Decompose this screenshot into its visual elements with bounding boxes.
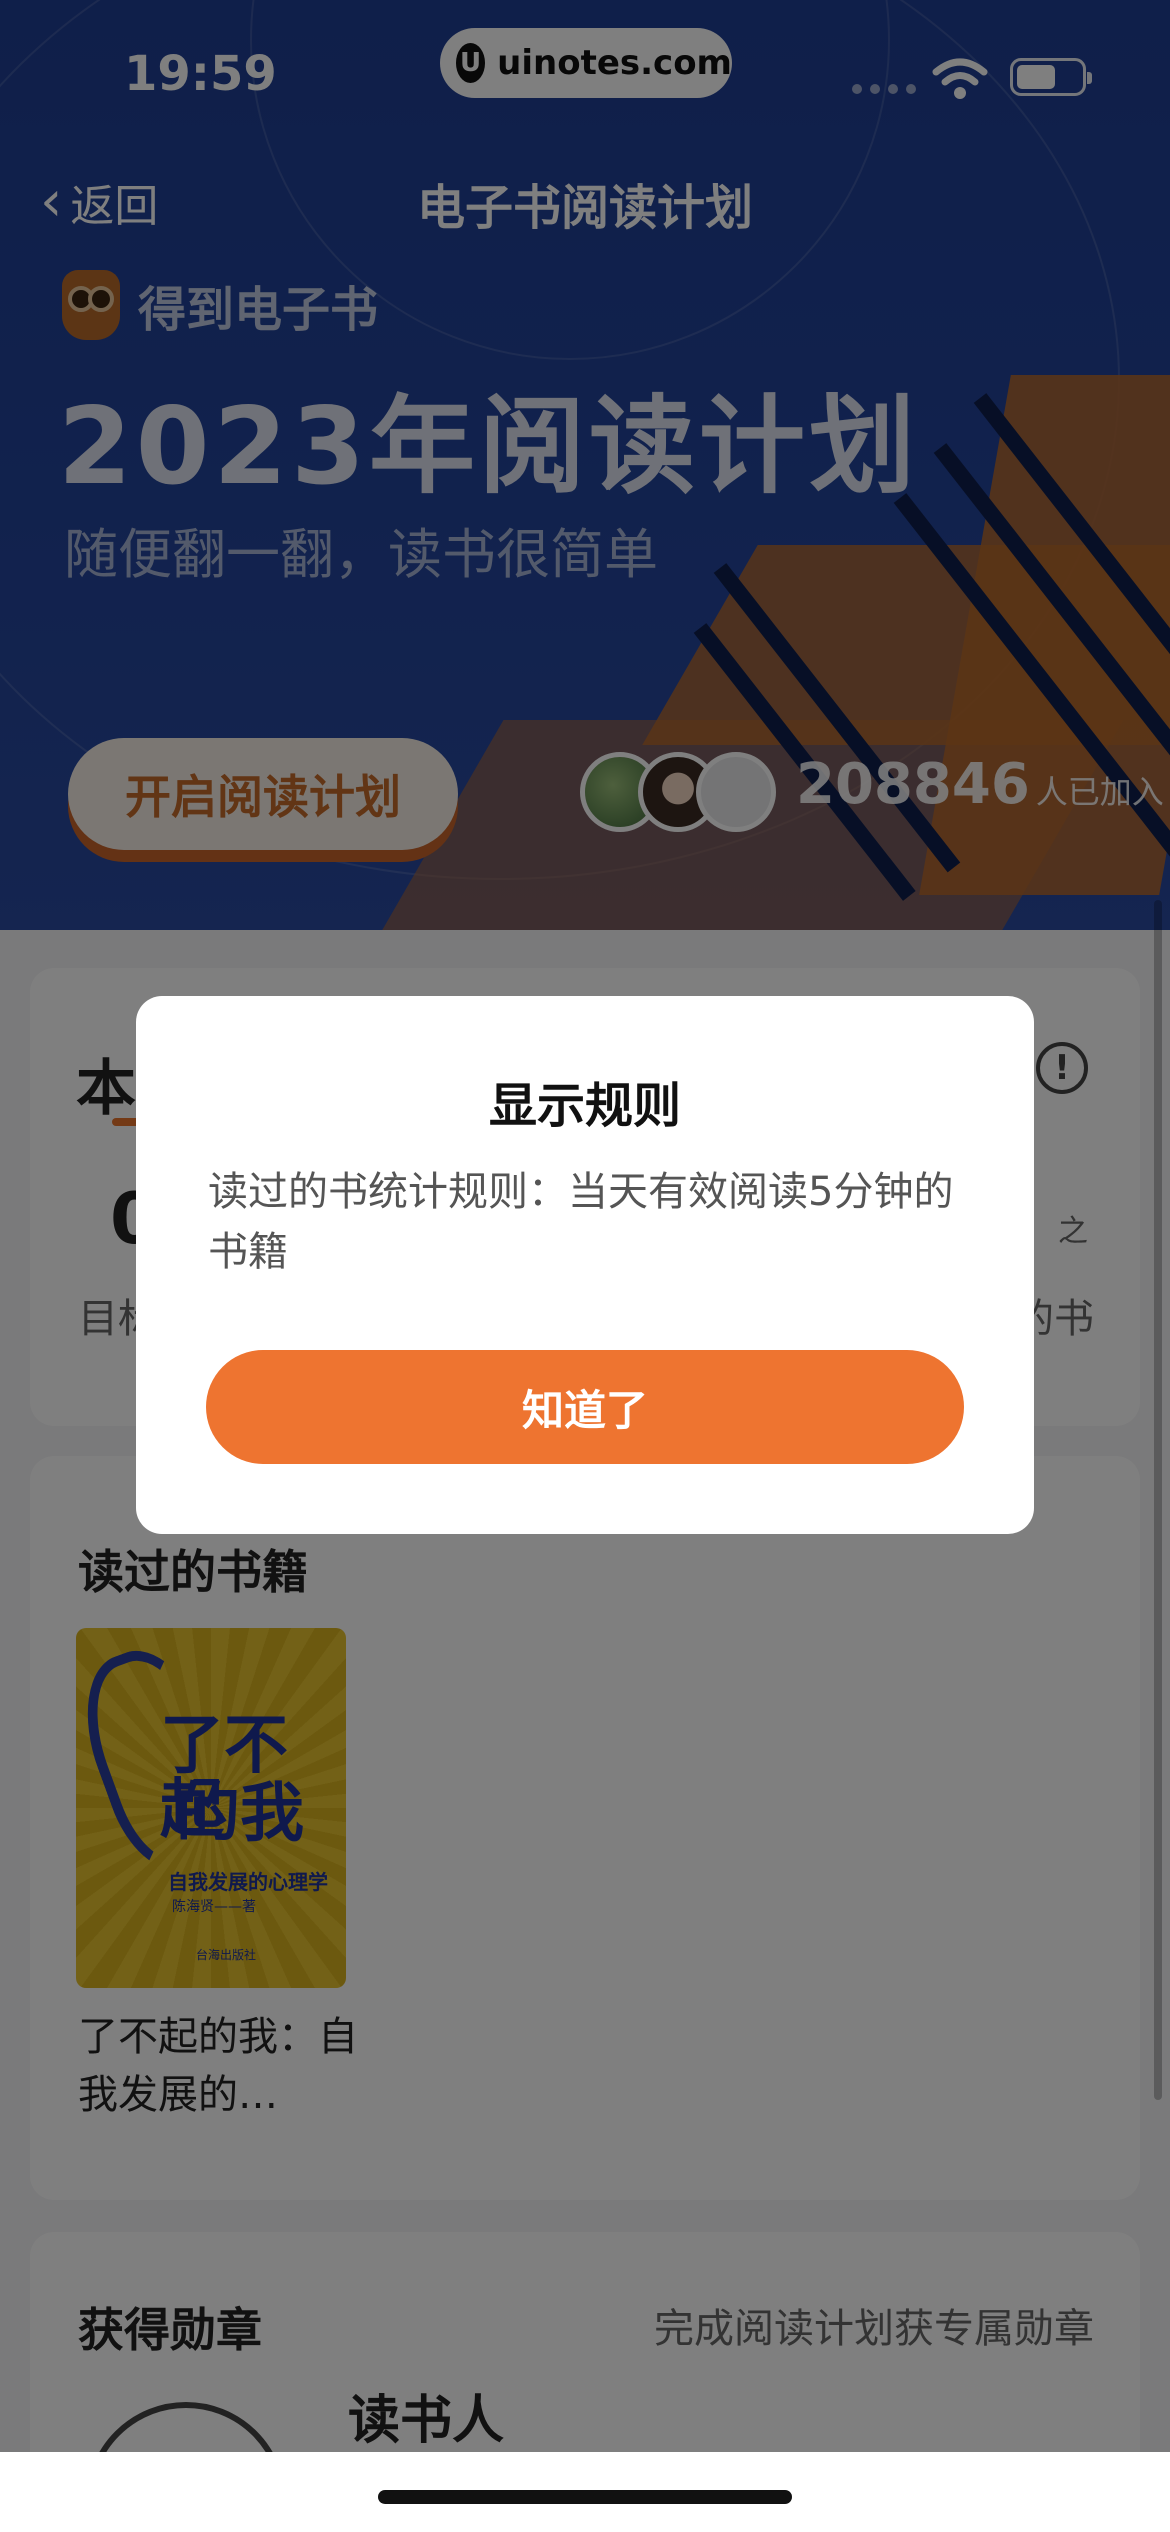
dialog-title: 显示规则 — [488, 1078, 681, 1134]
confirm-button[interactable]: 知道了 — [206, 1350, 964, 1464]
dialog-body: 读过的书统计规则：当天有效阅读5分钟的书籍 — [208, 1169, 954, 1275]
home-indicator[interactable] — [378, 2490, 792, 2504]
rules-dialog: 显示规则 读过的书统计规则：当天有效阅读5分钟的书籍 知道了 — [136, 996, 1034, 1534]
